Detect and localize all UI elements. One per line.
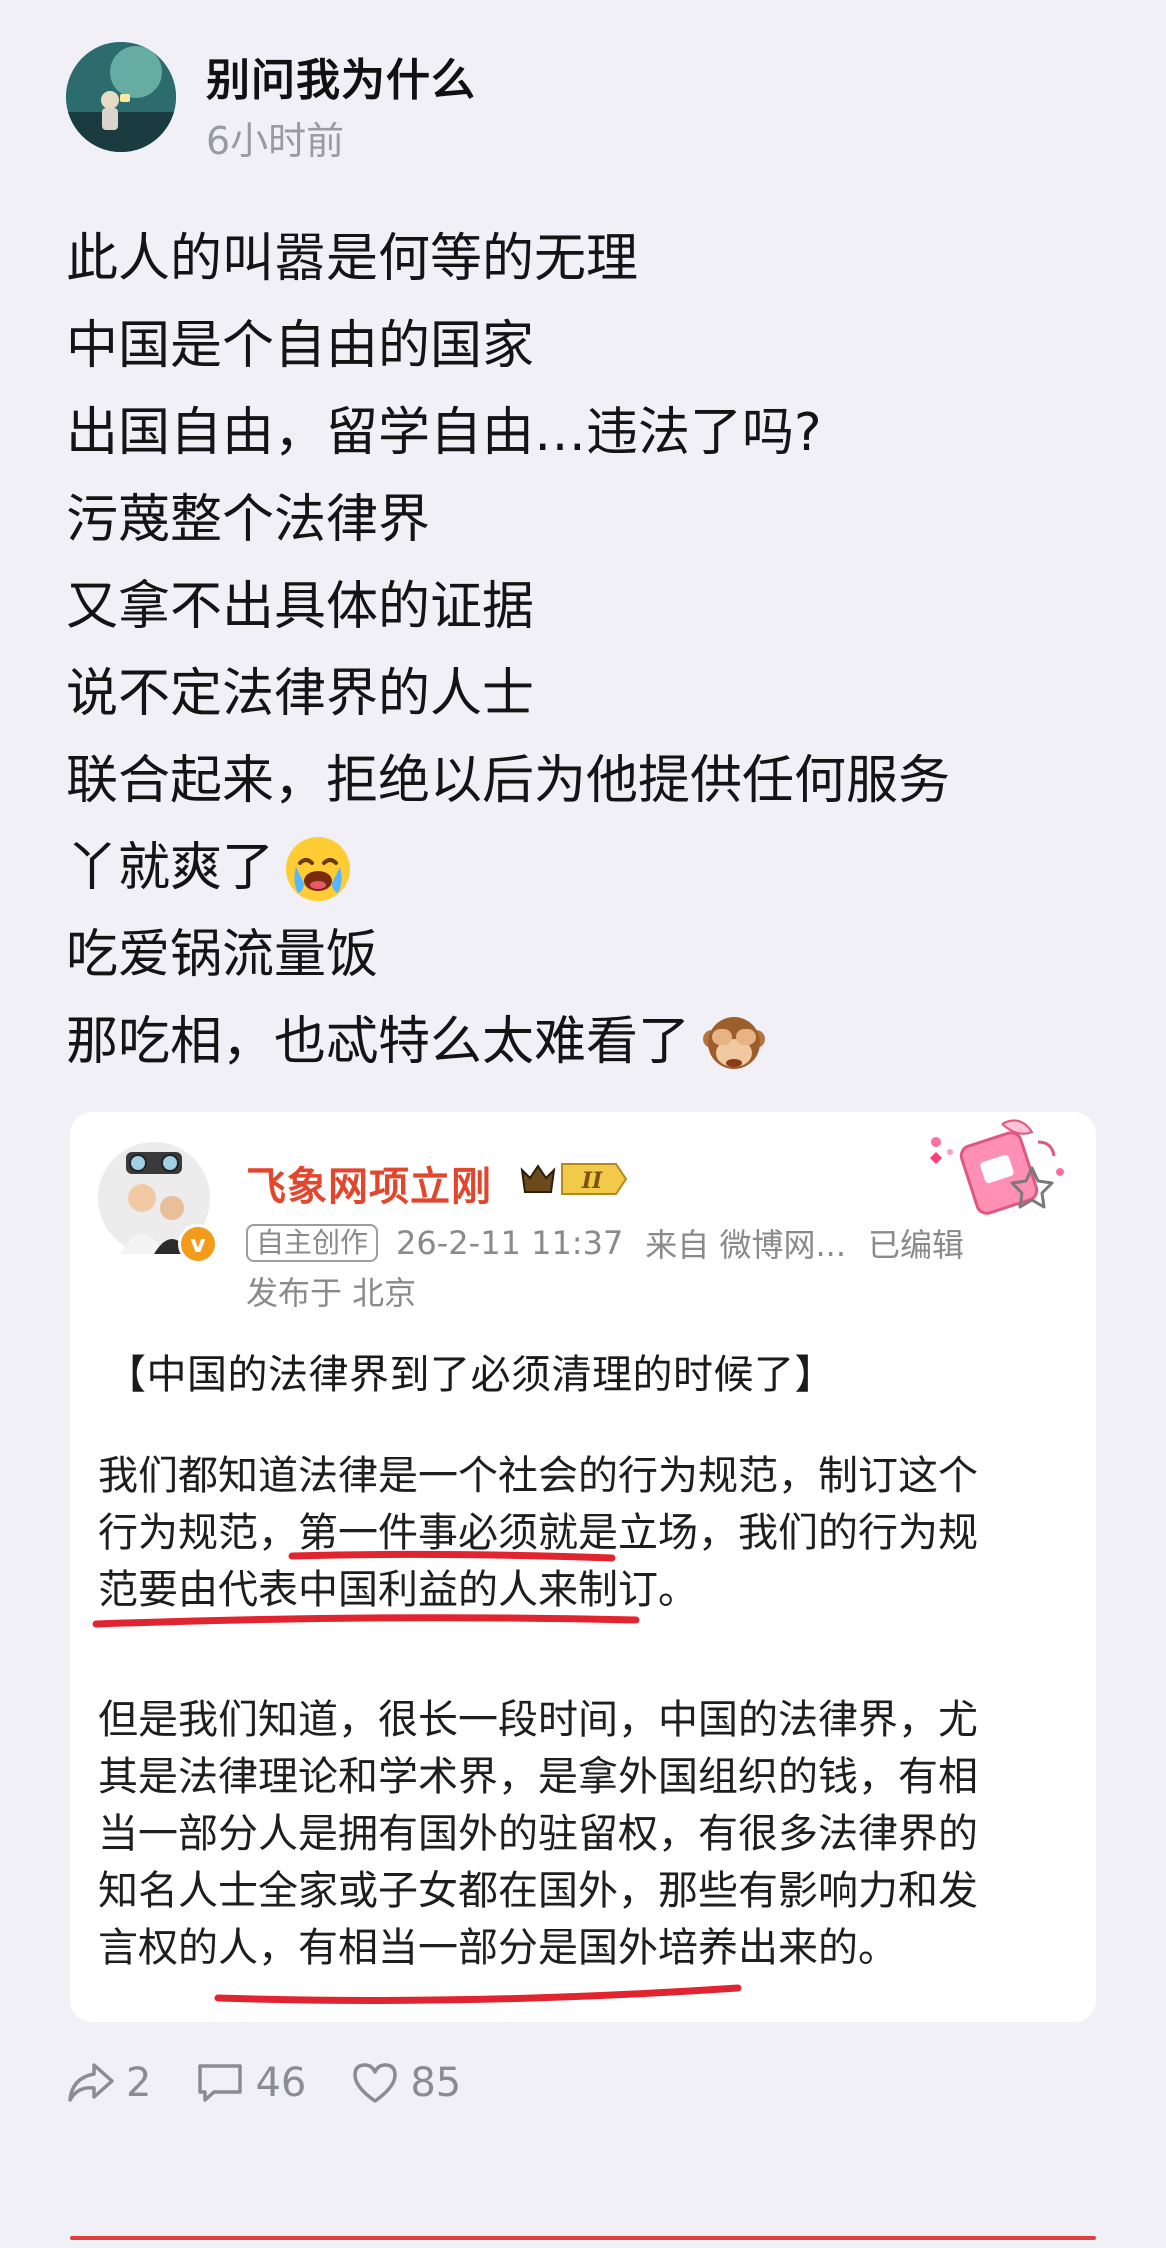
quoted-source: 来自 微博网... bbox=[645, 1226, 846, 1264]
post-line: 联合起来，拒绝以后为他提供任何服务 bbox=[66, 738, 1146, 825]
paragraph-line: 但是我们知道，很长一段时间，中国的法律界，尤 bbox=[98, 1697, 978, 1743]
paragraph-line: 我们都知道法律是一个社会的行为规范，制订这个 bbox=[98, 1453, 978, 1499]
post-line-text: 中国是个自由的国家 bbox=[66, 316, 535, 376]
post-line-text: 吃爱锅流量饭 bbox=[66, 925, 379, 985]
post-line: 污蔑整个法律界 bbox=[66, 477, 1146, 564]
star-favorite-icon[interactable] bbox=[1008, 1164, 1056, 1212]
post-line: 又拿不出具体的证据 bbox=[66, 564, 1146, 651]
like-button[interactable]: 85 bbox=[350, 2060, 461, 2106]
post-line-text: 说不定法律界的人士 bbox=[66, 664, 535, 724]
quoted-location: 发布于 北京 bbox=[246, 1274, 417, 1312]
author-avatar[interactable] bbox=[66, 42, 176, 152]
quoted-author-name[interactable]: 飞象网项立刚 bbox=[246, 1154, 492, 1212]
post-line: 此人的叫嚣是何等的无理 bbox=[66, 216, 1146, 303]
paragraph-line: 行为规范，第一件事必须就是立场，我们的行为规 bbox=[98, 1510, 978, 1556]
post-line-text: 又拿不出具体的证据 bbox=[66, 577, 535, 637]
comment-icon bbox=[198, 2064, 243, 2102]
bottom-divider bbox=[70, 2236, 1096, 2240]
paragraph-line: 当一部分人是拥有国外的驻留权，有很多法律界的 bbox=[98, 1811, 978, 1857]
post-line-text: 污蔑整个法律界 bbox=[66, 490, 431, 550]
post-actions: 2 46 85 bbox=[66, 2060, 505, 2106]
verified-badge-icon: v bbox=[178, 1224, 218, 1264]
post-line: 丫就爽了 bbox=[66, 825, 1146, 912]
post-line: 中国是个自由的国家 bbox=[66, 303, 1146, 390]
edited-label: 已编辑 bbox=[868, 1226, 965, 1264]
quoted-datetime: 26-2-11 11:37 bbox=[396, 1224, 624, 1262]
quoted-paragraph-1: 我们都知道法律是一个社会的行为规范，制订这个 行为规范，第一件事必须就是立场，我… bbox=[98, 1448, 1088, 1619]
like-count: 85 bbox=[410, 2060, 462, 2106]
post-line-text: 联合起来，拒绝以后为他提供任何服务 bbox=[66, 751, 951, 811]
quoted-paragraph-2: 但是我们知道，很长一段时间，中国的法律界，尤 其是法律理论和学术界，是拿外国组织… bbox=[98, 1692, 1088, 1977]
share-button[interactable]: 2 bbox=[66, 2060, 151, 2106]
post-line: 那吃相，也忒特么太难看了 bbox=[66, 999, 1146, 1086]
author-name[interactable]: 别问我为什么 bbox=[206, 44, 476, 108]
post-line-text: 此人的叫嚣是何等的无理 bbox=[66, 229, 639, 289]
svg-text:II: II bbox=[581, 1168, 603, 1194]
quoted-meta-row: 自主创作 26-2-11 11:37 来自 微博网... 已编辑 bbox=[246, 1220, 964, 1266]
paragraph-line: 其是法律理论和学术界，是拿外国组织的钱，有相 bbox=[98, 1754, 978, 1800]
quoted-title: 【中国的法律界到了必须清理的时候了】 bbox=[106, 1352, 835, 1398]
paragraph-line: 知名人士全家或子女都在国外，那些有影响力和发 bbox=[98, 1868, 978, 1914]
share-icon bbox=[68, 2063, 114, 2102]
post-time: 6小时前 bbox=[206, 119, 345, 163]
post-line-text: 那吃相，也忒特么太难看了 bbox=[66, 1012, 691, 1072]
annotation-stroke bbox=[214, 1984, 742, 2004]
post-line-text: 出国自由，留学自由…违法了吗? bbox=[66, 403, 822, 463]
comment-button[interactable]: 46 bbox=[195, 2060, 306, 2106]
original-content-tag: 自主创作 bbox=[246, 1224, 379, 1262]
comment-count: 46 bbox=[255, 2060, 307, 2106]
post-line: 说不定法律界的人士 bbox=[66, 651, 1146, 738]
post-line: 出国自由，留学自由…违法了吗? bbox=[66, 390, 1146, 477]
share-count: 2 bbox=[126, 2060, 152, 2106]
loudly-crying-face-icon bbox=[282, 833, 354, 905]
paragraph-line: 范要由代表中国利益的人来制订。 bbox=[98, 1567, 698, 1613]
see-no-evil-monkey-icon bbox=[698, 1007, 770, 1079]
post-line: 吃爱锅流量饭 bbox=[66, 912, 1146, 999]
quoted-post-card[interactable]: v 飞象网项立刚 II 自主创作 26-2-11 11:37 来自 微博网...… bbox=[70, 1112, 1096, 2022]
post-body: 此人的叫嚣是何等的无理 中国是个自由的国家 出国自由，留学自由…违法了吗? 污蔑… bbox=[66, 216, 1146, 1086]
heart-icon bbox=[353, 2063, 398, 2103]
paragraph-line: 言权的人，有相当一部分是国外培养出来的。 bbox=[98, 1925, 898, 1971]
crown-vip-badge-icon: II bbox=[518, 1156, 628, 1202]
post-line-text: 丫就爽了 bbox=[66, 838, 275, 898]
